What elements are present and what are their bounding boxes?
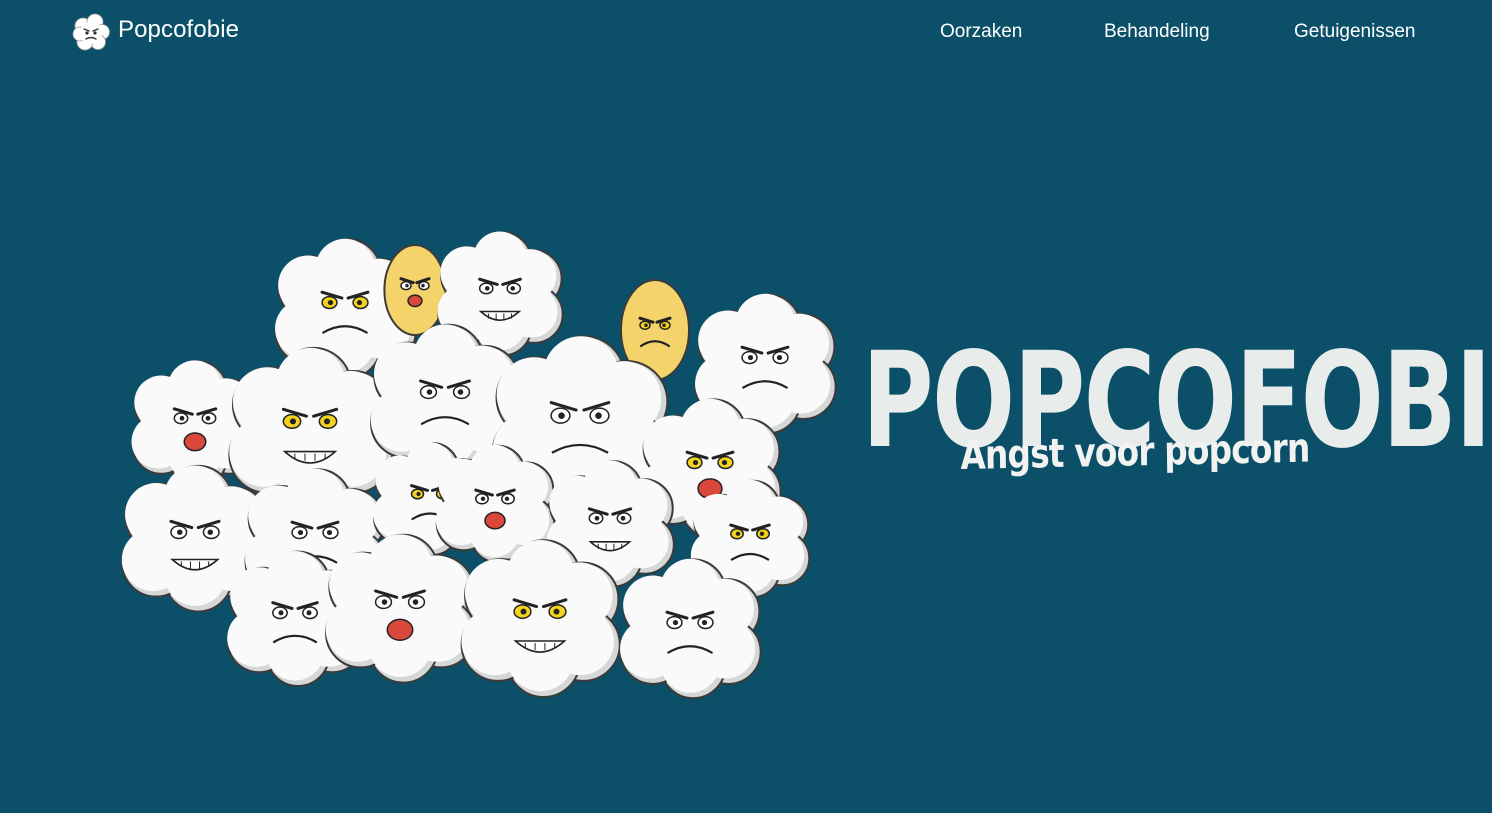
- popcorn-logo-icon: [71, 12, 111, 52]
- page: Popcofobie Oorzaken Behandeling Getuigen…: [0, 0, 1492, 813]
- popcorn-kernel: [325, 533, 477, 684]
- brand-name: Popcofobie: [118, 16, 240, 43]
- popcorn-kernel: [383, 244, 447, 336]
- popcorn-pile-svg: [121, 231, 837, 700]
- nav-link-oorzaken[interactable]: Oorzaken: [940, 20, 1022, 44]
- nav-link-getuigenissen[interactable]: Getuigenissen: [1294, 20, 1415, 44]
- nav-link-behandeling[interactable]: Behandeling: [1104, 20, 1210, 44]
- brand-link[interactable]: Popcofobie: [71, 12, 239, 52]
- navbar: Popcofobie Oorzaken Behandeling Getuigen…: [0, 0, 1492, 66]
- hero-subtitle: Angst voor popcorn: [960, 425, 1310, 479]
- angry-popcorn-pile-illustration: [110, 210, 850, 700]
